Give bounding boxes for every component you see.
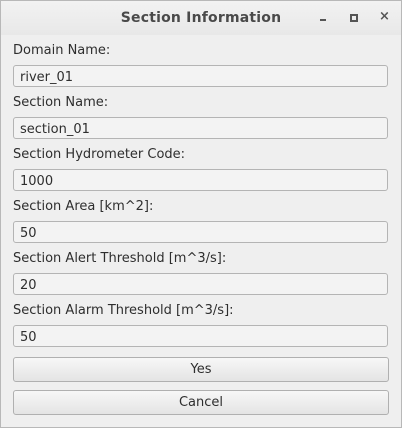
domain-name-label: Domain Name: bbox=[13, 43, 111, 58]
close-icon: × bbox=[379, 9, 390, 24]
minimize-icon bbox=[320, 19, 326, 21]
section-information-dialog: Section Information × Domain Name: Secti… bbox=[0, 0, 402, 428]
minimize-button[interactable] bbox=[315, 9, 331, 25]
close-button[interactable]: × bbox=[377, 9, 393, 25]
hydrometer-code-field[interactable] bbox=[13, 169, 388, 191]
maximize-icon bbox=[350, 14, 358, 22]
alarm-threshold-field[interactable] bbox=[13, 325, 388, 347]
alarm-threshold-label: Section Alarm Threshold [m^3/s]: bbox=[13, 303, 234, 318]
alert-threshold-field[interactable] bbox=[13, 273, 388, 295]
section-name-field[interactable] bbox=[13, 117, 388, 139]
section-area-label: Section Area [km^2]: bbox=[13, 199, 154, 214]
cancel-button[interactable]: Cancel bbox=[13, 390, 389, 415]
window-title: Section Information bbox=[120, 10, 282, 26]
alert-threshold-label: Section Alert Threshold [m^3/s]: bbox=[13, 251, 227, 266]
hydrometer-code-label: Section Hydrometer Code: bbox=[13, 147, 186, 162]
section-name-label: Section Name: bbox=[13, 95, 109, 110]
maximize-button[interactable] bbox=[346, 9, 362, 25]
yes-button[interactable]: Yes bbox=[13, 357, 389, 382]
section-area-field[interactable] bbox=[13, 221, 388, 243]
domain-name-field[interactable] bbox=[13, 65, 388, 87]
title-bar[interactable]: Section Information × bbox=[1, 1, 401, 35]
